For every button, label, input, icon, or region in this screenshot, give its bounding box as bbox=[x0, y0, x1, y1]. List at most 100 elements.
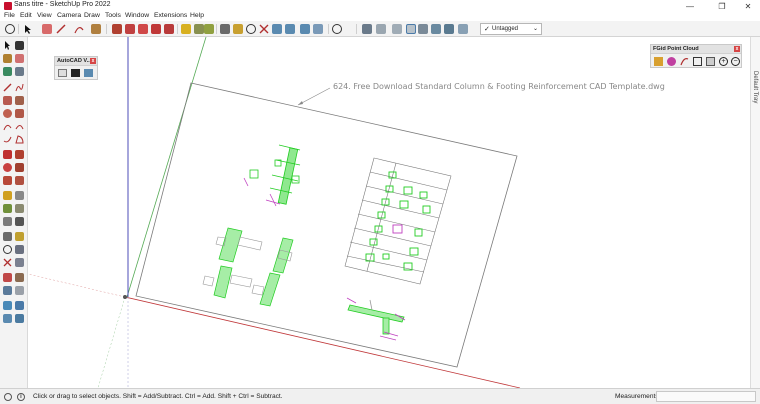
select-tool-icon[interactable] bbox=[23, 24, 33, 34]
arc-tool-icon[interactable] bbox=[3, 122, 12, 131]
look-around-icon[interactable] bbox=[15, 273, 24, 282]
pan-nav-icon[interactable] bbox=[15, 232, 24, 241]
autocad-import-icon[interactable] bbox=[58, 69, 67, 77]
orbit-nav-icon[interactable] bbox=[3, 232, 12, 241]
push-pull-tool-icon[interactable] bbox=[15, 150, 24, 159]
hidden-line-style-icon[interactable] bbox=[392, 24, 402, 34]
xray-style-icon[interactable] bbox=[362, 24, 372, 34]
section-plane-icon[interactable] bbox=[15, 286, 24, 295]
layout-nav-icon[interactable] bbox=[15, 314, 24, 323]
geolocation-icon[interactable] bbox=[4, 393, 12, 401]
plus-icon[interactable]: + bbox=[719, 57, 728, 66]
search-icon[interactable] bbox=[5, 24, 15, 34]
info-icon[interactable]: i bbox=[17, 393, 25, 401]
point-icon[interactable] bbox=[667, 57, 676, 66]
move-tool-icon[interactable] bbox=[3, 150, 12, 159]
scale-icon[interactable] bbox=[151, 24, 161, 34]
3d-text-icon[interactable] bbox=[15, 217, 24, 226]
3d-warehouse-icon[interactable] bbox=[272, 24, 282, 34]
line-tool-icon[interactable] bbox=[56, 24, 66, 34]
pan-icon[interactable] bbox=[233, 24, 243, 34]
paint-bucket-icon[interactable] bbox=[204, 24, 214, 34]
offset-tool-icon[interactable] bbox=[15, 176, 24, 185]
arc-tool-icon[interactable] bbox=[74, 24, 84, 34]
zoom-window-icon[interactable] bbox=[15, 245, 24, 254]
point-cloud-close-icon[interactable]: x bbox=[734, 46, 740, 52]
push-pull-icon[interactable] bbox=[112, 24, 122, 34]
tape-measure-icon[interactable] bbox=[181, 24, 191, 34]
previous-view-icon[interactable] bbox=[15, 258, 24, 267]
default-tray-label[interactable]: Default Tray bbox=[752, 71, 758, 103]
protractor-icon[interactable] bbox=[3, 204, 12, 213]
zoom-icon[interactable] bbox=[246, 24, 256, 34]
axes-tool-icon[interactable] bbox=[3, 217, 12, 226]
extension-warehouse-icon[interactable] bbox=[285, 24, 295, 34]
autocad-export-icon[interactable] bbox=[71, 69, 80, 77]
eraser-tool-icon[interactable] bbox=[15, 54, 24, 63]
autocad-panel[interactable]: AutoCAD V... x bbox=[54, 56, 98, 80]
walk-icon[interactable] bbox=[3, 286, 12, 295]
pencil-icon[interactable] bbox=[3, 83, 12, 92]
menu-help[interactable]: Help bbox=[190, 12, 204, 19]
three-point-arc-icon[interactable] bbox=[3, 135, 12, 144]
menu-draw[interactable]: Draw bbox=[84, 12, 100, 19]
follow-me-icon[interactable] bbox=[15, 163, 24, 172]
point-cloud-panel-title[interactable]: FGid Point Cloud x bbox=[651, 45, 741, 54]
rectangle-tool-icon[interactable] bbox=[3, 96, 12, 105]
position-camera-icon[interactable] bbox=[3, 273, 12, 282]
move-icon[interactable] bbox=[125, 24, 135, 34]
share-component-icon[interactable] bbox=[15, 301, 24, 310]
shaded-textures-style-icon[interactable] bbox=[418, 24, 428, 34]
offset-icon[interactable] bbox=[164, 24, 174, 34]
drawing-canvas[interactable]: 624. Free Download Standard Column & Foo… bbox=[28, 37, 750, 388]
text-tool-icon[interactable] bbox=[194, 24, 204, 34]
shaded-style-icon[interactable] bbox=[406, 24, 416, 34]
rotate-tool-icon[interactable] bbox=[3, 163, 12, 172]
account-icon[interactable] bbox=[332, 24, 342, 34]
polygon-tool-icon[interactable] bbox=[15, 109, 24, 118]
curve-icon[interactable] bbox=[680, 57, 689, 66]
eraser-icon[interactable] bbox=[42, 24, 52, 34]
image-icon[interactable] bbox=[706, 57, 715, 66]
text-label-icon[interactable] bbox=[15, 204, 24, 213]
point-cloud-panel[interactable]: FGid Point Cloud x + − bbox=[650, 44, 742, 68]
menu-window[interactable]: Window bbox=[125, 12, 149, 19]
default-tray-strip[interactable]: Default Tray bbox=[750, 37, 760, 388]
pie-tool-icon[interactable] bbox=[15, 135, 24, 144]
shape-tool-icon[interactable] bbox=[91, 24, 101, 34]
menu-view[interactable]: View bbox=[37, 12, 52, 19]
extension-manager-icon[interactable] bbox=[313, 24, 323, 34]
tag-dropdown[interactable]: ✓ Untagged ⌄ bbox=[480, 23, 542, 35]
menu-camera[interactable]: Camera bbox=[57, 12, 81, 19]
crop-icon[interactable] bbox=[693, 57, 702, 66]
maximize-button[interactable]: ❐ bbox=[712, 0, 732, 12]
monochrome-style-icon[interactable] bbox=[431, 24, 441, 34]
close-button[interactable]: ✕ bbox=[738, 0, 758, 12]
minus-icon[interactable]: − bbox=[731, 57, 740, 66]
scale-tool-icon[interactable] bbox=[3, 176, 12, 185]
style-extra-icon[interactable] bbox=[444, 24, 454, 34]
orbit-icon[interactable] bbox=[220, 24, 230, 34]
tape-measure-tool-icon[interactable] bbox=[3, 191, 12, 200]
zoom-nav-icon[interactable] bbox=[3, 245, 12, 254]
two-point-arc-icon[interactable] bbox=[15, 122, 24, 131]
component-tool-icon[interactable] bbox=[3, 67, 12, 76]
rotate-icon[interactable] bbox=[138, 24, 148, 34]
rotated-rectangle-icon[interactable] bbox=[15, 96, 24, 105]
zoom-extents-nav-icon[interactable] bbox=[3, 258, 12, 267]
autocad-panel-title[interactable]: AutoCAD V... x bbox=[55, 57, 97, 66]
orbit-tool-icon[interactable] bbox=[15, 41, 24, 50]
circle-tool-icon[interactable] bbox=[3, 109, 12, 118]
dimension-tool-icon[interactable] bbox=[15, 191, 24, 200]
select-tool-icon[interactable] bbox=[3, 41, 12, 50]
menu-extensions[interactable]: Extensions bbox=[154, 12, 187, 19]
menu-tools[interactable]: Tools bbox=[105, 12, 121, 19]
menu-edit[interactable]: Edit bbox=[20, 12, 32, 19]
wireframe-style-icon[interactable] bbox=[376, 24, 386, 34]
freehand-icon[interactable] bbox=[15, 83, 24, 92]
extension-nav-icon[interactable] bbox=[3, 314, 12, 323]
autocad-panel-close-icon[interactable]: x bbox=[90, 58, 96, 64]
minimize-button[interactable]: — bbox=[680, 0, 700, 12]
paint-tool-icon[interactable] bbox=[3, 54, 12, 63]
layout-icon[interactable] bbox=[300, 24, 310, 34]
